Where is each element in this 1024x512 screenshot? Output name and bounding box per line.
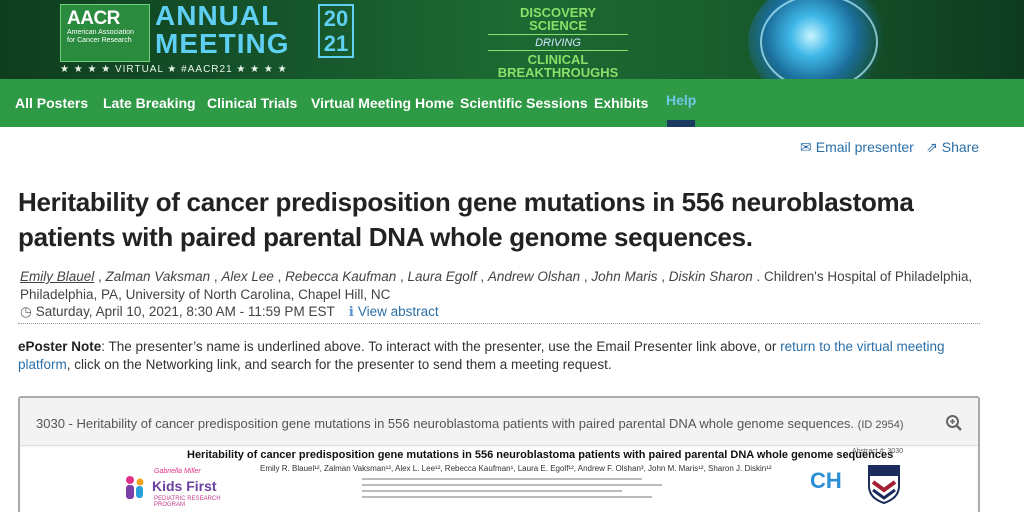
- main-nav: All Posters Late Breaking Clinical Trial…: [0, 79, 1024, 127]
- clock-icon: ◷: [20, 304, 32, 319]
- poster-id: (ID 2954): [857, 419, 904, 431]
- author: John Maris: [591, 269, 658, 284]
- tag-breakthroughs: BREAKTHROUGHS: [497, 65, 619, 79]
- poster-image-authors: Emily R. Blauel¹², Zalman Vaksman¹², Ale…: [260, 464, 772, 473]
- kids-first-top: Gabriella Miller: [154, 468, 201, 475]
- meeting-text: MEETING: [155, 28, 290, 59]
- tag-driving: DRIVING: [535, 37, 581, 49]
- session-date-line: ◷ Saturday, April 10, 2021, 8:30 AM - 11:…: [20, 304, 439, 320]
- share-icon: ⇗: [926, 139, 938, 155]
- divider: [18, 323, 980, 324]
- info-icon: ℹ: [348, 304, 354, 319]
- nav-clinical-trials[interactable]: Clinical Trials: [207, 95, 297, 111]
- author-presenter[interactable]: Emily Blauel: [20, 269, 94, 284]
- tag-science: SCIENCE: [529, 18, 587, 33]
- author: Diskin Sharon: [668, 269, 753, 284]
- globe-ring-graphic: [760, 0, 878, 79]
- poster-viewer-heading: 3030 - Heritability of cancer predisposi…: [36, 416, 855, 431]
- note-text-b: , click on the Networking link, and sear…: [66, 357, 612, 372]
- header-banner: AACR American Association for Cancer Res…: [0, 0, 1024, 79]
- poster-viewer-header: 3030 - Heritability of cancer predisposi…: [20, 398, 978, 446]
- eposter-note: ePoster Note: The presenter’s name is un…: [18, 338, 978, 374]
- email-presenter-link[interactable]: ✉ Email presenter: [800, 139, 914, 156]
- nav-virtual-meeting-home[interactable]: Virtual Meeting Home: [311, 95, 454, 111]
- author-list: Emily Blauel , Zalman Vaksman , Alex Lee…: [20, 269, 973, 302]
- email-presenter-label: Email presenter: [815, 139, 914, 155]
- note-label: ePoster Note: [18, 339, 102, 354]
- nav-all-posters[interactable]: All Posters: [15, 95, 88, 111]
- author: Laura Egolf: [407, 269, 477, 284]
- poster-viewer-title: 3030 - Heritability of cancer predisposi…: [36, 416, 904, 431]
- poster-title: Heritability of cancer predisposition ge…: [18, 187, 914, 252]
- nav-late-breaking[interactable]: Late Breaking: [103, 95, 196, 111]
- poster-abstract-number: Abstract #: 3030: [852, 448, 903, 455]
- view-abstract-link[interactable]: View abstract: [358, 304, 439, 319]
- kids-first-sub: PEDIATRIC RESEARCH PROGRAM: [154, 496, 221, 508]
- share-label: Share: [941, 139, 980, 155]
- author: Andrew Olshan: [487, 269, 581, 284]
- nav-help[interactable]: Help: [666, 92, 696, 108]
- session-date: Saturday, April 10, 2021, 8:30 AM - 11:5…: [35, 304, 335, 319]
- poster-affiliation-lines: [362, 478, 662, 502]
- envelope-icon: ✉: [800, 139, 812, 155]
- annual-text: ANNUAL: [155, 0, 280, 31]
- author: Rebecca Kaufman: [285, 269, 397, 284]
- poster-image[interactable]: Heritability of cancer predisposition ge…: [22, 448, 976, 512]
- kids-first-text: Kids First: [152, 478, 217, 494]
- author: Alex Lee: [221, 269, 274, 284]
- kids-first-logo: Gabriella Miller Kids First PEDIATRIC RE…: [122, 468, 232, 508]
- year-top: 20: [323, 6, 349, 31]
- nav-active-indicator: [667, 120, 695, 127]
- aacr-logo[interactable]: AACR American Association for Cancer Res…: [60, 4, 150, 62]
- aacr-logo-text: AACR: [67, 8, 120, 29]
- share-link[interactable]: ⇗ Share: [926, 139, 979, 156]
- nav-exhibits[interactable]: Exhibits: [594, 95, 648, 111]
- year-bottom: 21: [323, 31, 349, 56]
- chop-logo: CH: [810, 468, 842, 493]
- aacr-org-name: American Association for Cancer Research: [67, 29, 134, 44]
- penn-shield-icon: [868, 465, 900, 504]
- meeting-tagline: DISCOVERY SCIENCE DRIVING CLINICAL BREAK…: [488, 6, 628, 79]
- author: Zalman Vaksman: [105, 269, 211, 284]
- note-text-a: : The presenter’s name is underlined abo…: [101, 339, 781, 354]
- zoom-in-icon[interactable]: [945, 414, 963, 437]
- year-badge: 20 21: [318, 4, 354, 58]
- poster-viewer-panel: 3030 - Heritability of cancer predisposi…: [18, 396, 980, 512]
- nav-scientific-sessions[interactable]: Scientific Sessions: [460, 95, 588, 111]
- poster-image-title: Heritability of cancer predisposition ge…: [187, 449, 894, 461]
- annual-meeting-title: ANNUAL MEETING: [155, 2, 290, 58]
- virtual-hashtag-line: ★ ★ ★ ★ VIRTUAL ★ #AACR21 ★ ★ ★ ★: [60, 64, 288, 75]
